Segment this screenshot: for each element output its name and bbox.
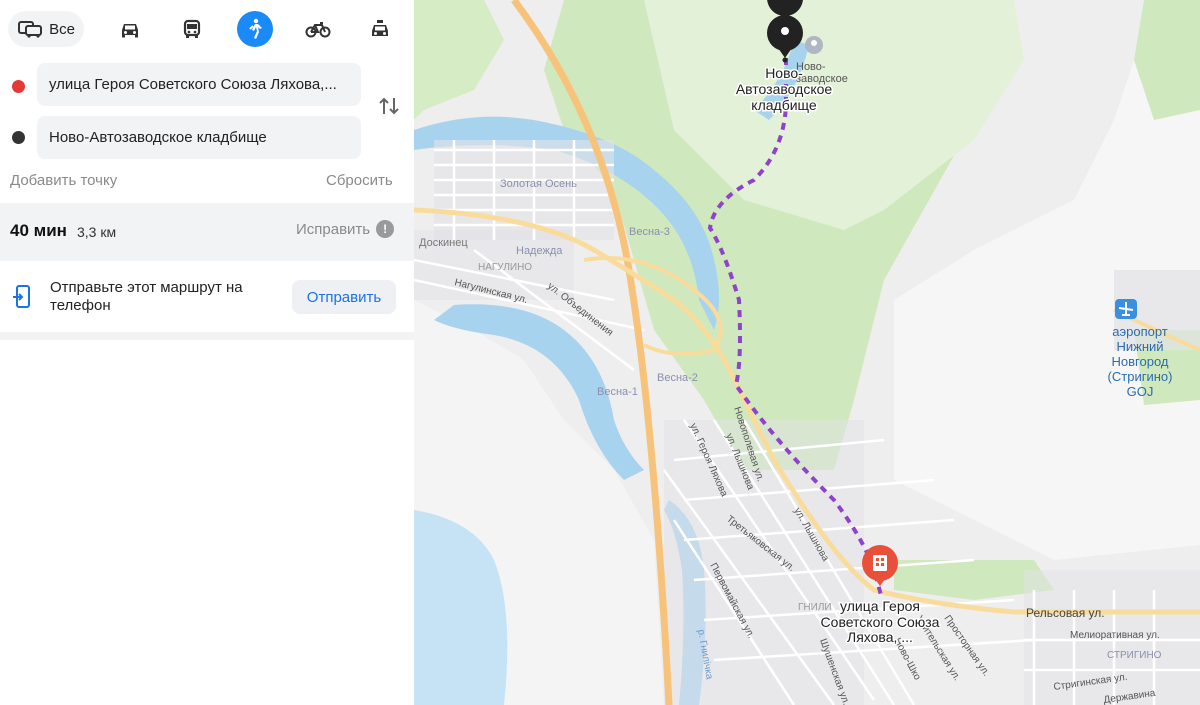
route-panel: Все улица Героя Советского Союза Ляхова,… [0,0,414,705]
destination-field[interactable]: Ново-Автозаводское кладбище [37,116,361,159]
divider [0,332,414,340]
airport-label-1: аэропорт [1112,324,1168,339]
mode-taxi-button[interactable] [362,11,398,47]
label-vesna2: Весна-2 [657,372,698,384]
destination-label-1: Ново- [765,65,803,81]
origin-dot [12,80,25,93]
destination-dot [12,131,25,144]
mode-bus-button[interactable] [174,11,210,47]
swap-arrows-icon [379,97,399,115]
route-distance: 3,3 км [77,224,117,240]
send-to-phone-row: Отправьте этот маршрут на телефон Отправ… [0,262,414,332]
add-point-link[interactable]: Добавить точку [10,172,117,189]
map-view[interactable]: Золотая Осень Доскинец Надежда НАГУЛИНО … [414,0,1200,705]
destination-label-2: Автозаводское [736,81,833,97]
airport-label-3: Новгород [1112,354,1169,369]
fix-button[interactable]: Исправить ! [296,220,395,238]
bus-icon [183,19,201,38]
label-vesna3: Весна-3 [629,226,670,238]
taxi-icon [372,20,388,36]
origin-label-1: улица Героя [840,598,920,614]
origin-field[interactable]: улица Героя Советского Союза Ляхова,... [37,63,361,106]
label-meliorativnaya: Мелиоративная ул. [1070,630,1160,641]
airport-label-4: (Стригино) [1108,369,1173,384]
send-to-phone-text: Отправьте этот маршрут на телефон [50,279,243,314]
mode-all-button[interactable]: Все [8,11,84,47]
swap-button[interactable] [378,96,400,122]
mode-car-button[interactable] [112,11,148,47]
label-gnilitsy: ГНИЛИ [798,602,832,613]
map-canvas[interactable]: Золотая Осень Доскинец Надежда НАГУЛИНО … [414,0,1200,705]
car-icon [122,24,138,38]
mode-all-label: Все [49,20,75,38]
send-button[interactable]: Отправить [292,280,396,314]
destination-value: Ново-Автозаводское кладбище [49,129,267,146]
transport-modes: Все [8,10,404,48]
label-nagulino: НАГУЛИНО [478,262,532,273]
origin-label-2: Советского Союза [821,614,940,630]
destination-label-3: кладбище [751,97,817,113]
route-summary[interactable]: 40 мин 3,3 км Исправить ! [0,203,414,261]
origin-label-3: Ляхова, ... [847,629,913,645]
bike-icon [305,22,331,38]
label-strigino: СТРИГИНО [1107,650,1162,661]
car-bus-icon [18,21,43,38]
reset-link[interactable]: Сбросить [326,172,393,189]
building-icon [873,555,887,571]
label-zolotaya-osen: Золотая Осень [500,178,577,190]
airport-label-2: Нижний [1116,339,1163,354]
label-relsovaya: Рельсовая ул. [1026,606,1105,620]
label-doskinets: Доскинец [419,237,468,249]
fix-label: Исправить [296,220,371,238]
label-nadezhda: Надежда [516,245,563,257]
mode-bike-button[interactable] [300,11,336,47]
phone-send-icon [13,285,30,308]
walk-icon [249,18,262,39]
warning-icon: ! [376,220,395,238]
origin-value: улица Героя Советского Союза Ляхова,... [49,76,337,93]
destination-pin-icon [781,27,789,35]
route-time: 40 мин [10,221,67,240]
label-vesna1: Весна-1 [597,386,638,398]
mode-walk-button[interactable] [237,11,273,47]
airport-label-5: GOJ [1127,384,1154,399]
